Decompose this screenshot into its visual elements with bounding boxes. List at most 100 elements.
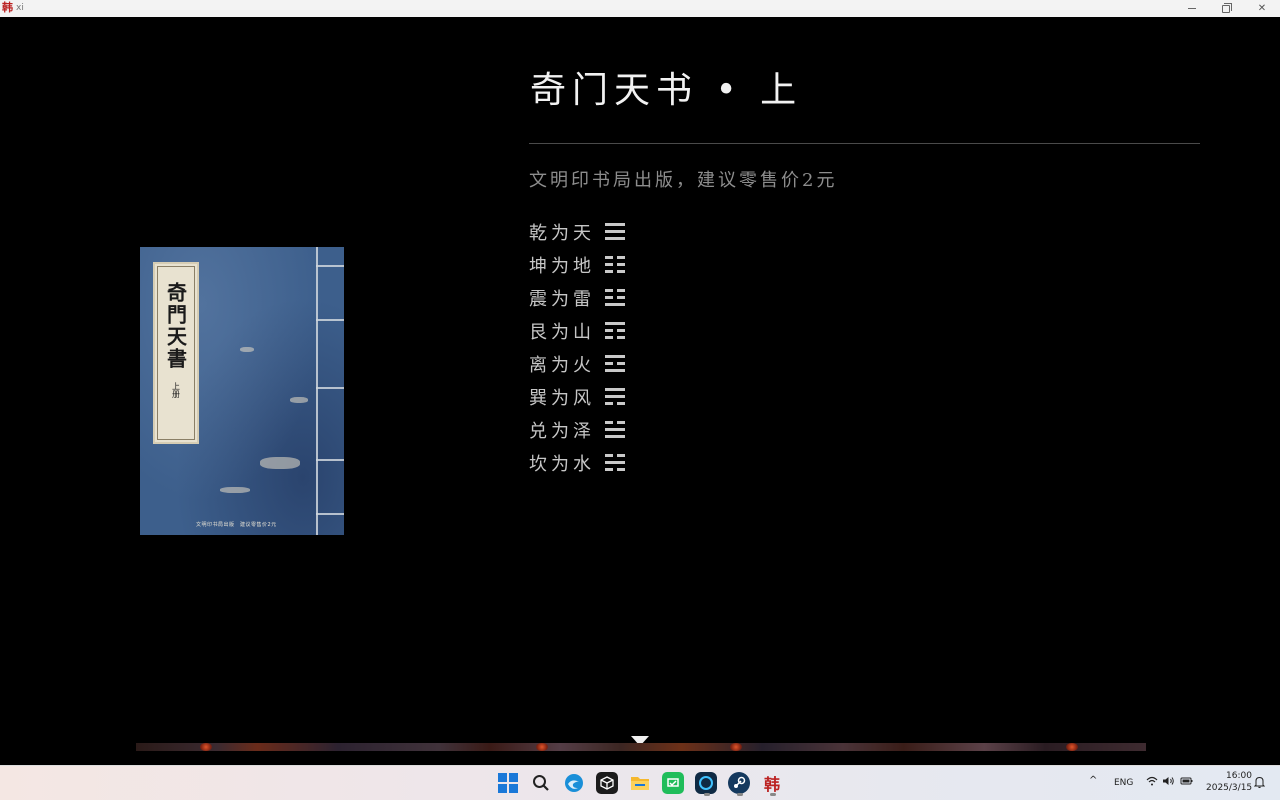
trigram-solid-line [605, 461, 625, 464]
hexagram-name: 巽为风 [529, 387, 595, 409]
notification-bell-icon[interactable] [1253, 776, 1266, 791]
volume-icon[interactable] [1162, 776, 1175, 789]
app-cube-icon[interactable] [596, 772, 618, 794]
cover-bottom-text: 文明印书局出版 建议零售价2元 [196, 522, 277, 528]
binding-stitch [316, 247, 318, 535]
window-titlebar: 韩 xi ✕ [0, 0, 1280, 17]
strip-lantern [200, 743, 212, 751]
wifi-icon[interactable] [1146, 776, 1158, 789]
hexagram-item-dui[interactable]: 兑为泽 [529, 413, 625, 446]
hexagram-name: 离为火 [529, 354, 595, 376]
trigram-qian-icon [605, 223, 625, 240]
hexagram-item-kun[interactable]: 坤为地 [529, 248, 625, 281]
publisher-note: 文明印书局出版，建议零售价2元 [529, 170, 838, 191]
trigram-kan-icon [605, 454, 625, 471]
trigram-solid-line [605, 395, 625, 398]
trigram-broken-line [605, 336, 625, 339]
trigram-broken-line [605, 468, 625, 471]
trigram-broken-line [605, 270, 625, 273]
decorative-strip [136, 743, 1146, 751]
hexagram-item-qian[interactable]: 乾为天 [529, 215, 625, 248]
trigram-gen-icon [605, 322, 625, 339]
trigram-broken-line [605, 402, 625, 405]
file-explorer-icon[interactable] [629, 772, 651, 794]
hexagram-list: 乾为天 坤为地 震为雷 艮为山 离为火 巽为风 兑为泽 坎为水 [529, 215, 625, 479]
title-divider [529, 143, 1200, 144]
chevron-up-icon[interactable]: ^ [1089, 775, 1097, 786]
trigram-solid-line [605, 369, 625, 372]
hexagram-name: 坤为地 [529, 255, 595, 277]
strip-lantern [536, 743, 548, 751]
strip-lantern [730, 743, 742, 751]
trigram-broken-line [605, 329, 625, 332]
binding-stitch [316, 265, 344, 267]
trigram-solid-line [605, 355, 625, 358]
trigram-broken-line [605, 263, 625, 266]
trigram-solid-line [605, 428, 625, 431]
trigram-li-icon [605, 355, 625, 372]
trigram-broken-line [605, 362, 625, 365]
minimize-button[interactable] [1174, 0, 1210, 17]
hexagram-item-kan[interactable]: 坎为水 [529, 446, 625, 479]
trigram-broken-line [605, 296, 625, 299]
hexagram-name: 乾为天 [529, 222, 595, 244]
clock-time[interactable]: 16:00 [1226, 771, 1252, 781]
battery-icon[interactable] [1180, 776, 1194, 789]
trigram-solid-line [605, 388, 625, 391]
hexagram-name: 坎为水 [529, 453, 595, 475]
window-title: xi [16, 3, 24, 13]
game-app-icon[interactable]: 韩 [761, 772, 783, 794]
trigram-solid-line [605, 237, 625, 240]
page-title: 奇门天书 • 上 [530, 70, 803, 111]
trigram-broken-line [605, 421, 625, 424]
edge-browser-icon[interactable] [563, 772, 585, 794]
search-icon[interactable] [530, 772, 552, 794]
cover-stain [240, 347, 254, 352]
cover-volume: 上册 [171, 382, 181, 398]
close-icon: ✕ [1257, 3, 1267, 14]
hexagram-item-gen[interactable]: 艮为山 [529, 314, 625, 347]
cover-stain [290, 397, 308, 403]
clock-date[interactable]: 2025/3/15 [1206, 783, 1252, 793]
windows-start-icon[interactable] [497, 772, 519, 794]
trigram-solid-line [605, 435, 625, 438]
trigram-dui-icon [605, 421, 625, 438]
binding-stitch [316, 513, 344, 515]
hexagram-name: 震为雷 [529, 288, 595, 310]
steam-icon[interactable] [728, 772, 750, 794]
hexagram-name: 艮为山 [529, 321, 595, 343]
hexagram-item-li[interactable]: 离为火 [529, 347, 625, 380]
cover-stain [260, 457, 300, 469]
hexagram-item-zhen[interactable]: 震为雷 [529, 281, 625, 314]
binding-stitch [316, 459, 344, 461]
hexagram-item-xun[interactable]: 巽为风 [529, 380, 625, 413]
hexagram-name: 兑为泽 [529, 420, 595, 442]
wechat-icon[interactable] [662, 772, 684, 794]
trigram-broken-line [605, 454, 625, 457]
trigram-xun-icon [605, 388, 625, 405]
cover-title: 奇門天書 [163, 282, 188, 370]
game-app-glyph: 韩 [763, 775, 780, 794]
binding-stitch [316, 387, 344, 389]
strip-lantern [1066, 743, 1078, 751]
trigram-zhen-icon [605, 289, 625, 306]
running-indicator [737, 793, 743, 796]
trigram-broken-line [605, 256, 625, 259]
trigram-solid-line [605, 230, 625, 233]
trigram-solid-line [605, 223, 625, 226]
minimize-icon [1188, 8, 1196, 9]
running-indicator [704, 793, 710, 796]
language-indicator[interactable]: ENG [1114, 778, 1133, 788]
book-cover-image: 奇門天書 上册 文明印书局出版 建议零售价2元 [140, 247, 344, 535]
maximize-icon [1222, 2, 1232, 13]
app-icon: 韩 [2, 1, 13, 14]
close-button[interactable]: ✕ [1244, 0, 1280, 17]
cover-title-label: 奇門天書 上册 [153, 262, 199, 444]
maximize-button[interactable] [1208, 0, 1244, 17]
trigram-solid-line [605, 303, 625, 306]
running-indicator [770, 793, 776, 796]
trigram-broken-line [605, 289, 625, 292]
app-ring-icon[interactable] [695, 772, 717, 794]
trigram-kun-icon [605, 256, 625, 273]
trigram-solid-line [605, 322, 625, 325]
